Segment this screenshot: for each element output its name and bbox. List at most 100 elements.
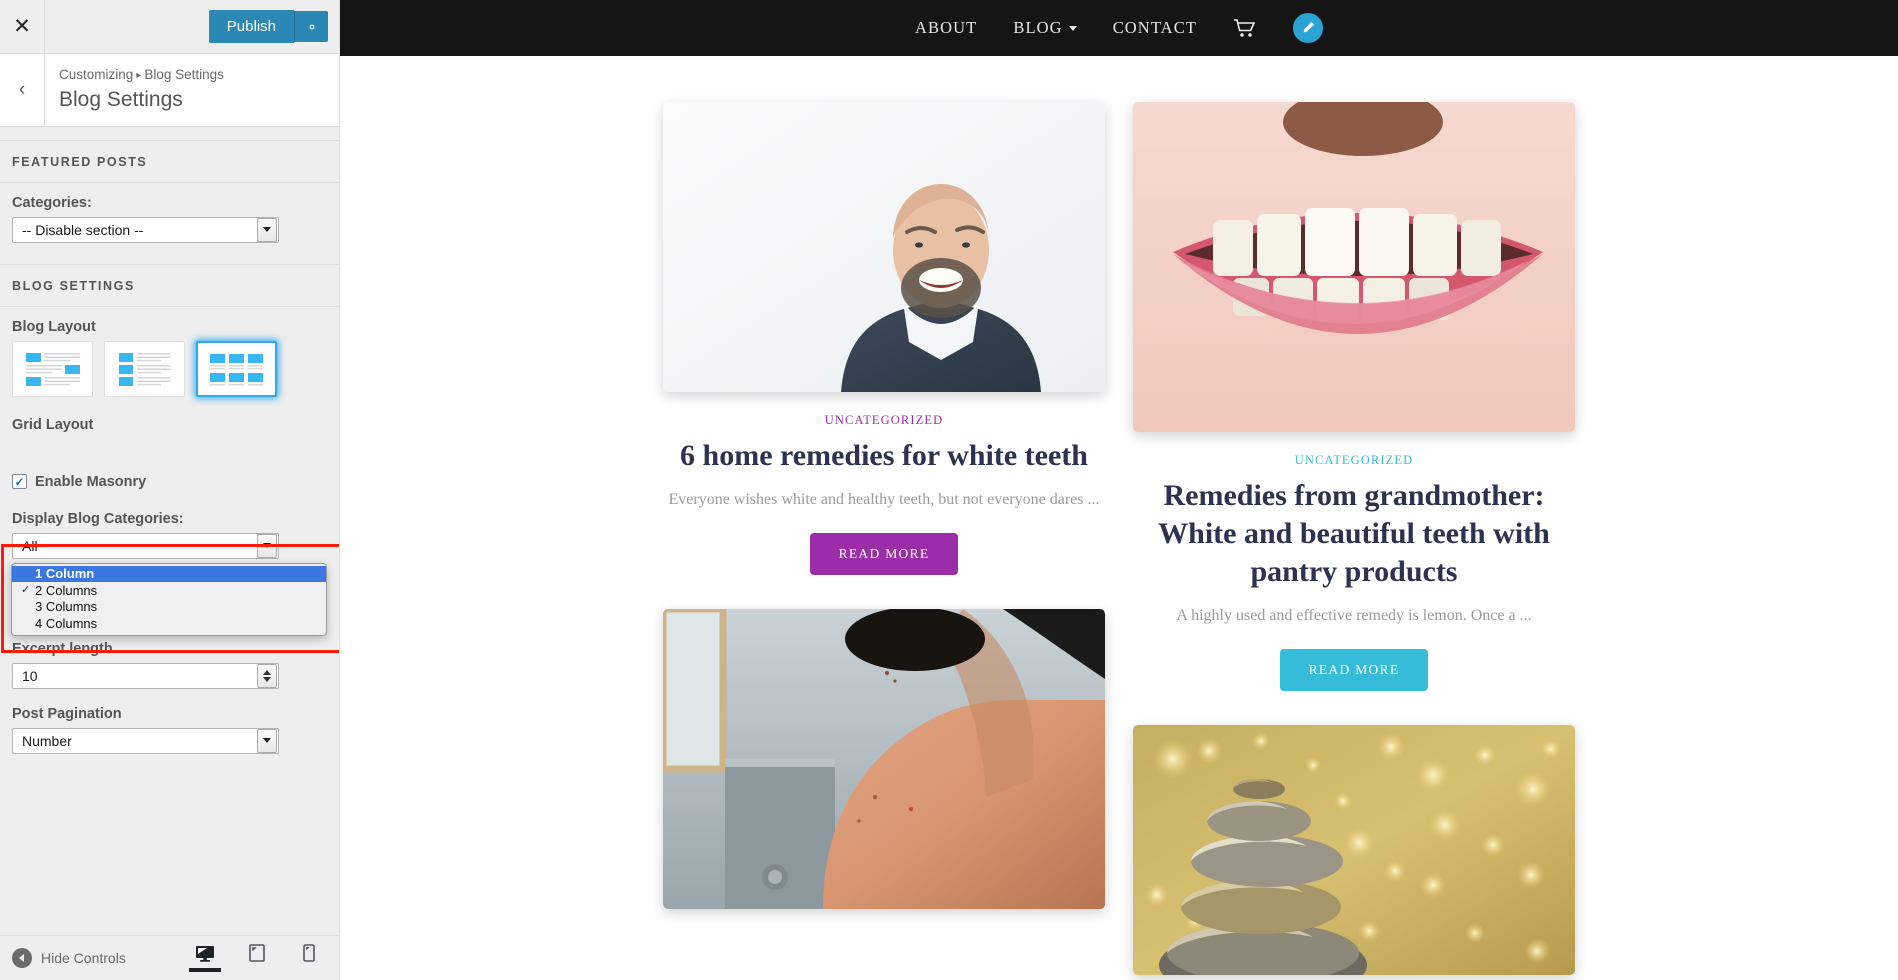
blog-layout-label: Blog Layout xyxy=(12,318,96,335)
shopping-cart-icon[interactable] xyxy=(1233,18,1257,38)
close-up-smile-white-teeth-image xyxy=(1133,102,1575,432)
chevron-left-icon[interactable]: ‹ xyxy=(0,54,45,126)
tablet-icon xyxy=(249,944,265,962)
device-active-indicator xyxy=(241,968,273,972)
post-title[interactable]: 6 home remedies for white teeth xyxy=(663,437,1105,475)
section-header-blog-settings: BLOG SETTINGS xyxy=(0,263,339,307)
man-shoulder-in-bathroom-image xyxy=(663,609,1105,910)
categories-select-value: -- Disable section -- xyxy=(22,221,144,238)
gear-glyph xyxy=(309,24,314,29)
grid-layout-label: Grid Layout xyxy=(12,416,94,433)
post-category[interactable]: UNCATEGORIZED xyxy=(1133,453,1575,468)
display-blog-categories-value: All xyxy=(22,537,38,554)
nav-item-label: ABOUT xyxy=(915,18,978,37)
blog-layout-option-list[interactable] xyxy=(12,340,93,397)
stepper-up-icon[interactable] xyxy=(263,669,271,675)
control-excerpt-length: Excerpt length 10 xyxy=(12,641,327,689)
post-title[interactable]: Remedies from grandmother: White and bea… xyxy=(1133,477,1575,591)
excerpt-length-label: Excerpt length xyxy=(12,640,113,657)
chevron-down-icon xyxy=(1068,25,1077,31)
close-icon[interactable]: ✕ xyxy=(0,0,45,53)
enable-masonry-checkbox[interactable]: ✓ xyxy=(12,474,27,490)
page-title: Blog Settings xyxy=(59,88,183,112)
mobile-icon xyxy=(303,944,315,962)
breadcrumb-current: Blog Settings xyxy=(144,67,224,82)
publish-button[interactable]: Publish xyxy=(208,9,294,44)
device-active-indicator xyxy=(293,968,325,972)
nav-item-blog[interactable]: BLOG xyxy=(1013,18,1077,38)
collapse-arrow-icon xyxy=(12,948,32,968)
device-active-indicator xyxy=(189,968,221,972)
display-blog-categories-label: Display Blog Categories: xyxy=(12,510,184,527)
stepper-down-icon[interactable] xyxy=(263,676,271,682)
breadcrumb: Customizing ▸ Blog Settings xyxy=(59,65,224,85)
desktop-icon xyxy=(196,946,214,962)
laughing-bearded-man-in-suit-image xyxy=(663,102,1105,392)
customizer-screen: ✕ Publish ‹ Customizing ▸ Blog Settings Bl… xyxy=(0,0,1898,980)
control-grid-layout: Grid Layout 2 Columns xyxy=(12,417,327,465)
control-enable-masonry: ✓ Enable Masonry xyxy=(12,474,327,490)
site-navigation-bar: ABOUT BLOG CONTACT xyxy=(340,0,1898,56)
device-mobile-button[interactable] xyxy=(293,944,325,972)
read-more-button[interactable]: READ MORE xyxy=(809,533,959,576)
blog-post-grid: UNCATEGORIZED 6 home remedies for white … xyxy=(340,56,1898,980)
post-excerpt: Everyone wishes white and healthy teeth,… xyxy=(668,491,1100,509)
post-pagination-value: Number xyxy=(22,732,72,749)
post-thumbnail[interactable] xyxy=(1133,725,1575,976)
read-more-button[interactable]: READ MORE xyxy=(1279,649,1429,692)
customizer-footer: Hide Controls xyxy=(0,935,339,980)
post-pagination-select[interactable]: Number xyxy=(12,727,279,754)
nav-items: ABOUT BLOG CONTACT xyxy=(915,13,1323,43)
blog-layout-option-stacked[interactable] xyxy=(104,340,185,397)
post-thumbnail[interactable] xyxy=(1133,102,1575,432)
zen-stones-golden-bokeh-image xyxy=(1133,725,1575,976)
nav-item-about[interactable]: ABOUT xyxy=(915,18,977,38)
hide-controls-button[interactable]: Hide Controls xyxy=(12,948,126,968)
breadcrumb-root: Customizing xyxy=(59,67,134,82)
control-blog-layout: Blog Layout xyxy=(12,319,327,397)
blog-post-card: UNCATEGORIZED Remedies from grandmother:… xyxy=(1133,102,1575,692)
site-preview: ABOUT BLOG CONTACT UNCATEGORIZED 6 home … xyxy=(340,0,1898,980)
blog-post-card: UNCATEGORIZED 6 home remedies for white … xyxy=(663,102,1105,576)
post-thumbnail[interactable] xyxy=(663,102,1105,392)
gear-icon[interactable] xyxy=(294,11,328,42)
grid-layout-option-1-column[interactable]: 1 Column xyxy=(12,565,326,583)
featured-posts-pane: Categories: -- Disable section -- xyxy=(0,183,339,264)
option-label: 4 Columns xyxy=(35,615,98,631)
categories-label: Categories: xyxy=(12,194,92,211)
customizer-titles: Customizing ▸ Blog Settings Blog Settings xyxy=(45,54,238,126)
customizer-sidebar: ✕ Publish ‹ Customizing ▸ Blog Settings Bl… xyxy=(0,0,340,980)
grid-layout-option-2-columns[interactable]: ✓ 2 Columns xyxy=(12,582,326,599)
blog-column-right: UNCATEGORIZED Remedies from grandmother:… xyxy=(1133,102,1575,980)
grid-layout-dropdown-menu[interactable]: 1 Column ✓ 2 Columns 3 Columns 4 Columns xyxy=(11,562,327,636)
customizer-body: FEATURED POSTS Categories: -- Disable se… xyxy=(0,126,339,935)
post-category[interactable]: UNCATEGORIZED xyxy=(663,413,1105,428)
chevron-down-icon xyxy=(257,217,277,242)
excerpt-length-value: 10 xyxy=(22,667,38,684)
option-label: 3 Columns xyxy=(35,599,98,615)
grid-layout-option-3-columns[interactable]: 3 Columns xyxy=(12,599,326,616)
control-display-blog-categories: Display Blog Categories: All xyxy=(12,511,327,559)
blog-layout-option-grid[interactable] xyxy=(196,340,277,397)
blog-settings-pane: Blog Layout Grid Layout ✓ Enable Masonry… xyxy=(0,307,339,783)
post-excerpt: A highly used and effective remedy is le… xyxy=(1176,607,1532,625)
control-categories: Categories: -- Disable section -- xyxy=(12,195,327,243)
device-preview-switcher xyxy=(189,944,325,972)
hide-controls-label: Hide Controls xyxy=(41,950,126,966)
nav-item-contact[interactable]: CONTACT xyxy=(1113,18,1197,38)
section-header-featured-posts: FEATURED POSTS xyxy=(0,140,339,183)
display-blog-categories-select[interactable]: All xyxy=(12,532,279,559)
device-desktop-button[interactable] xyxy=(189,945,221,972)
cart-glyph xyxy=(1233,19,1256,37)
breadcrumb-separator-icon: ▸ xyxy=(136,70,142,81)
pencil-edit-icon[interactable] xyxy=(1292,13,1323,43)
grid-layout-option-4-columns[interactable]: 4 Columns xyxy=(12,615,326,632)
blog-post-card xyxy=(663,609,1105,910)
nav-item-label: CONTACT xyxy=(1112,18,1197,37)
post-thumbnail[interactable] xyxy=(663,609,1105,910)
device-tablet-button[interactable] xyxy=(241,944,273,972)
excerpt-length-stepper[interactable]: 10 xyxy=(12,662,279,689)
chevron-down-icon xyxy=(257,533,277,558)
categories-select[interactable]: -- Disable section -- xyxy=(12,216,279,243)
stepper-arrows-icon[interactable] xyxy=(257,663,277,688)
